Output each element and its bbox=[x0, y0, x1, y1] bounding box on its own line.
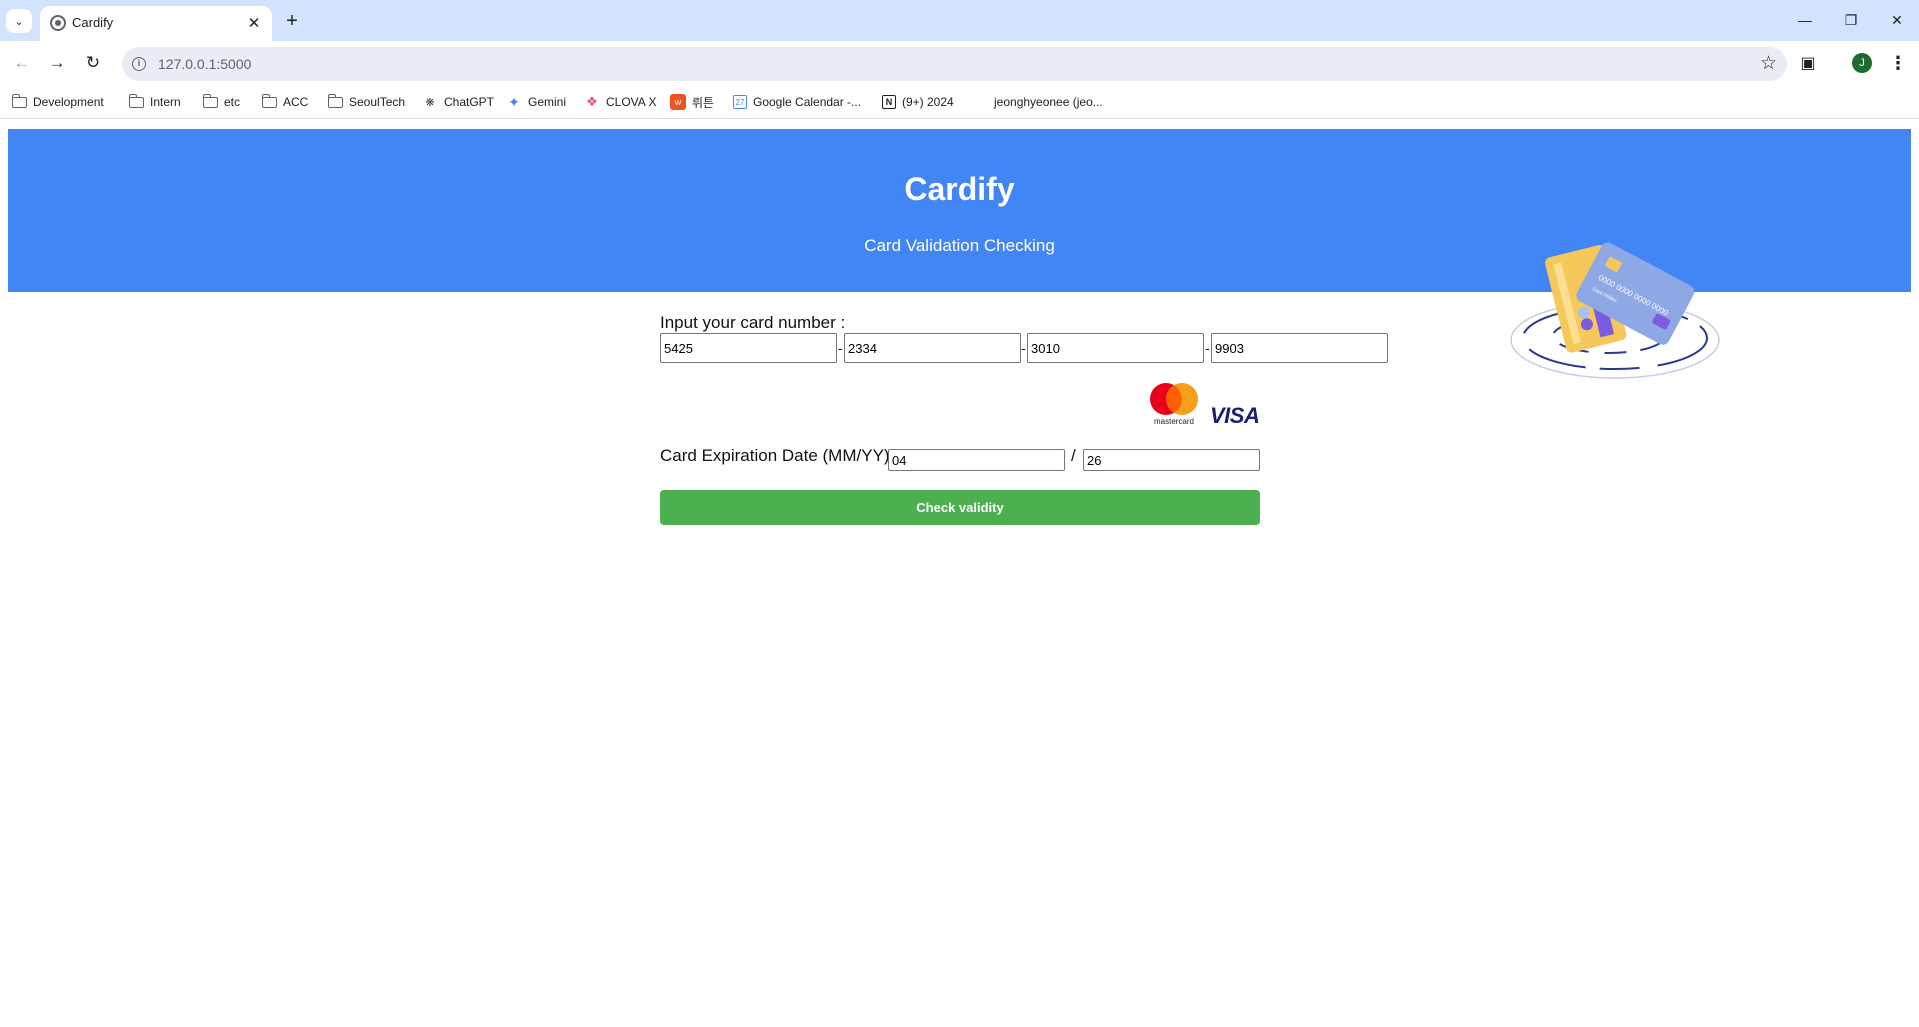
bookmark-label: ChatGPT bbox=[444, 95, 495, 109]
new-tab-plus-icon[interactable]: + bbox=[280, 9, 304, 33]
expiry-label: Card Expiration Date (MM/YY): bbox=[660, 446, 895, 465]
bookmark-label: Gemini bbox=[528, 95, 567, 109]
bookmark-label: 뤼튼 bbox=[692, 95, 715, 110]
bookmark-notion[interactable]: N (9+) 2024 bbox=[882, 92, 954, 112]
bookmarks-bar: Development Intern etc ACC SeoulTech ❋ C… bbox=[0, 85, 1919, 119]
bookmark-label: Intern bbox=[150, 95, 181, 109]
bookmark-label: (9+) 2024 bbox=[902, 95, 954, 109]
github-icon bbox=[972, 94, 988, 110]
tab-title: Cardify bbox=[72, 15, 114, 30]
bookmark-chatgpt[interactable]: ❋ ChatGPT bbox=[422, 92, 494, 112]
bookmark-acc[interactable]: ACC bbox=[261, 92, 309, 112]
expiry-month-input[interactable] bbox=[888, 449, 1065, 471]
bookmark-gemini[interactable]: ✦ Gemini bbox=[506, 92, 566, 112]
url-text[interactable]: 127.0.0.1:5000 bbox=[158, 56, 251, 72]
bookmark-wrtn[interactable]: w 뤼튼 bbox=[670, 92, 714, 112]
clova-icon: ❖ bbox=[586, 94, 598, 109]
card-number-separator: - bbox=[1021, 340, 1026, 356]
bookmark-development[interactable]: Development bbox=[11, 92, 104, 112]
page-title: Cardify bbox=[904, 171, 1015, 207]
bookmark-github[interactable]: jeonghyeonee (jeo... bbox=[972, 92, 1103, 112]
site-info-icon[interactable]: i bbox=[132, 57, 146, 71]
chatgpt-icon: ❋ bbox=[425, 96, 435, 109]
card-number-part-1-input[interactable] bbox=[660, 333, 837, 363]
card-number-label: Input your card number : bbox=[660, 313, 846, 332]
mastercard-logo-icon: mastercard bbox=[1150, 383, 1198, 426]
restore-icon[interactable]: ❐ bbox=[1831, 6, 1871, 34]
card-number-separator: - bbox=[838, 340, 843, 356]
forward-arrow-icon[interactable]: → bbox=[43, 49, 71, 77]
expiry-separator: / bbox=[1071, 446, 1076, 465]
folder-icon bbox=[327, 93, 343, 108]
browser-toolbar: ← → ↻ i 127.0.0.1:5000 ☆ ▣ J ⋮ bbox=[0, 41, 1919, 85]
bookmark-label: Development bbox=[33, 95, 104, 109]
card-number-part-4-input[interactable] bbox=[1211, 333, 1388, 363]
wrtn-icon: w bbox=[670, 94, 686, 110]
folder-icon bbox=[11, 93, 27, 108]
gemini-icon: ✦ bbox=[508, 93, 520, 110]
profile-avatar[interactable]: J bbox=[1852, 53, 1872, 73]
bookmark-clova-x[interactable]: ❖ CLOVA X bbox=[584, 92, 656, 112]
check-validity-button[interactable]: Check validity bbox=[660, 490, 1260, 525]
reload-icon[interactable]: ↻ bbox=[79, 49, 107, 77]
back-arrow-icon[interactable]: ← bbox=[8, 49, 36, 77]
tab-search-chevron-icon[interactable]: ⌄ bbox=[6, 9, 32, 33]
globe-icon bbox=[50, 15, 66, 31]
window-close-icon[interactable]: ✕ bbox=[1877, 6, 1917, 34]
bookmark-label: ACC bbox=[283, 95, 309, 109]
extensions-puzzle-icon[interactable]: ▣ bbox=[1796, 51, 1820, 75]
card-number-separator: - bbox=[1205, 340, 1210, 356]
bookmark-label: SeoulTech bbox=[349, 95, 406, 109]
tab-cardify[interactable]: Cardify ✕ bbox=[40, 6, 272, 41]
card-number-part-2-input[interactable] bbox=[844, 333, 1021, 363]
folder-icon bbox=[261, 93, 277, 108]
bookmark-star-icon[interactable]: ☆ bbox=[1760, 52, 1777, 75]
bookmark-label: Google Calendar -... bbox=[753, 95, 862, 109]
tab-strip: ⌄ Cardify ✕ + — ❐ ✕ bbox=[0, 0, 1919, 41]
mastercard-wordmark: mastercard bbox=[1154, 417, 1194, 426]
notion-icon: N bbox=[882, 95, 896, 109]
bookmark-intern[interactable]: Intern bbox=[128, 92, 181, 112]
folder-icon bbox=[202, 93, 218, 108]
bookmark-google-calendar[interactable]: 27 Google Calendar -... bbox=[733, 92, 861, 112]
kebab-menu-icon[interactable]: ⋮ bbox=[1886, 51, 1910, 75]
close-icon[interactable]: ✕ bbox=[244, 13, 264, 33]
calendar-icon: 27 bbox=[733, 95, 747, 109]
card-number-part-3-input[interactable] bbox=[1027, 333, 1204, 363]
bookmark-label: jeonghyeonee (jeo... bbox=[994, 95, 1103, 109]
bookmark-label: CLOVA X bbox=[606, 95, 657, 109]
page-content: Cardify Card Validation Checking 0000 00… bbox=[0, 120, 1919, 1027]
bookmark-label: etc bbox=[224, 95, 241, 109]
bookmark-seoultech[interactable]: SeoulTech bbox=[327, 92, 406, 112]
minimize-icon[interactable]: — bbox=[1785, 6, 1825, 34]
expiry-year-input[interactable] bbox=[1083, 449, 1260, 471]
visa-logo-icon: VISA bbox=[1210, 403, 1260, 428]
credit-cards-illustration-icon: 0000 0000 0000 0000 Card Holder bbox=[1510, 242, 1720, 379]
address-bar[interactable]: i 127.0.0.1:5000 ☆ bbox=[122, 47, 1787, 81]
bookmark-etc[interactable]: etc bbox=[202, 92, 241, 112]
folder-icon bbox=[128, 93, 144, 108]
